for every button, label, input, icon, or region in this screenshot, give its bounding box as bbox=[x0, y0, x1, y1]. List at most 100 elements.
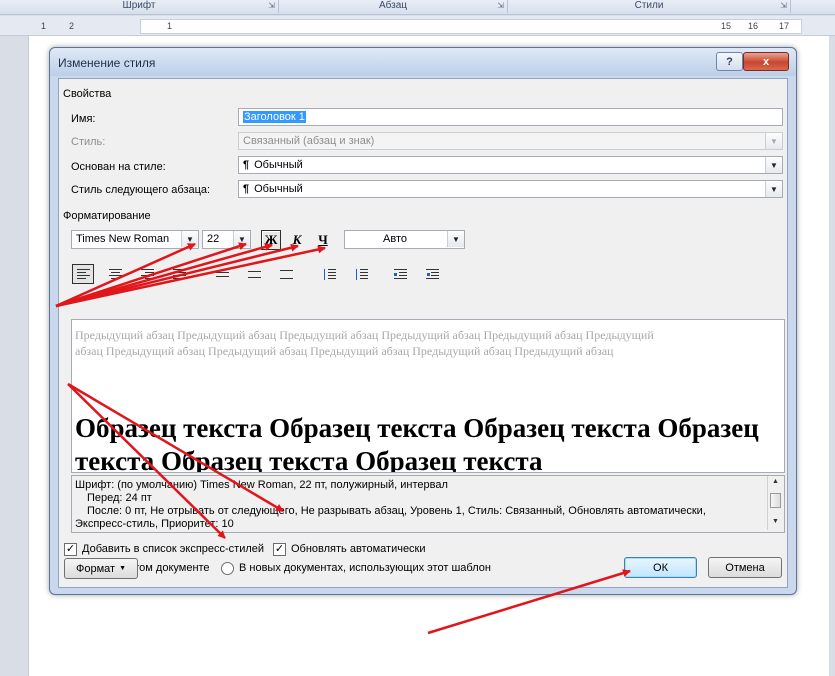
style-description: Шрифт: (по умолчанию) Times New Roman, 2… bbox=[71, 475, 785, 533]
style-type-select[interactable]: Связанный (абзац и знак) ▼ bbox=[238, 132, 783, 150]
align-left-button[interactable] bbox=[72, 264, 94, 284]
dialog-launcher-icon[interactable]: ⇲ bbox=[268, 1, 275, 10]
cancel-button[interactable]: Отмена bbox=[708, 557, 782, 578]
single-spacing-icon bbox=[215, 269, 229, 280]
ribbon-group-paragraph[interactable]: Абзац ⇲ bbox=[279, 0, 508, 13]
ruler-mark: 1 bbox=[41, 21, 47, 31]
auto-update-label: Обновлять автоматически bbox=[291, 543, 426, 555]
new-documents-radio[interactable] bbox=[221, 562, 234, 575]
formatting-section-label: Форматирование bbox=[63, 210, 151, 222]
based-on-select[interactable]: ¶ Обычный ▼ bbox=[238, 156, 783, 174]
space-before-increase-button[interactable] bbox=[318, 264, 340, 284]
align-right-button[interactable] bbox=[136, 264, 158, 284]
add-to-quick-styles-label: Добавить в список экспресс-стилей bbox=[82, 543, 265, 555]
justify-icon bbox=[172, 268, 186, 280]
italic-icon: К bbox=[292, 232, 302, 247]
font-size-value: 22 bbox=[207, 233, 220, 245]
ruler-text-area bbox=[140, 19, 802, 34]
scroll-down-icon[interactable]: ▼ bbox=[772, 518, 779, 525]
increase-indent-button[interactable] bbox=[421, 264, 443, 284]
chevron-down-icon[interactable]: ▼ bbox=[233, 231, 250, 247]
description-line: Перед: 24 пт bbox=[87, 492, 152, 504]
decrease-indent-icon bbox=[393, 268, 407, 280]
cancel-button-label: Отмена bbox=[725, 561, 765, 574]
space-before-decrease-button[interactable] bbox=[350, 264, 372, 284]
paragraph-mark-icon: ¶ bbox=[243, 183, 250, 195]
ruler-mark: 15 bbox=[721, 21, 732, 31]
chevron-down-icon[interactable]: ▼ bbox=[765, 181, 782, 197]
paragraph-mark-icon: ¶ bbox=[243, 159, 250, 171]
horizontal-ruler[interactable]: 1 2 1 15 16 17 bbox=[0, 16, 835, 36]
description-line: Шрифт: (по умолчанию) Times New Roman, 2… bbox=[75, 479, 448, 491]
ribbon-group-styles-label: Стили bbox=[634, 0, 664, 11]
chevron-down-icon[interactable]: ▼ bbox=[765, 157, 782, 173]
ok-button[interactable]: ОК bbox=[624, 557, 697, 578]
next-style-label: Стиль следующего абзаца: bbox=[71, 184, 211, 196]
checkmark-icon: ✓ bbox=[65, 543, 76, 555]
space-before-icon bbox=[323, 268, 336, 280]
dialog-launcher-icon[interactable]: ⇲ bbox=[497, 1, 504, 10]
double-spacing-icon bbox=[279, 269, 293, 280]
next-style-value: Обычный bbox=[254, 183, 303, 195]
chevron-down-icon[interactable]: ▼ bbox=[447, 231, 464, 247]
auto-update-checkbox[interactable]: ✓ bbox=[273, 543, 286, 556]
underline-button[interactable]: Ч bbox=[313, 230, 333, 250]
based-on-label: Основан на стиле: bbox=[71, 161, 166, 173]
help-icon: ? bbox=[726, 55, 733, 68]
ribbon-group-paragraph-label: Абзац bbox=[378, 0, 408, 11]
double-spacing-button[interactable] bbox=[275, 264, 297, 284]
dialog-titlebar[interactable]: Изменение стиля ? x bbox=[50, 48, 796, 76]
italic-button[interactable]: К bbox=[287, 230, 307, 250]
ribbon-group-font-label: Шрифт bbox=[122, 0, 156, 11]
font-color-select[interactable]: Авто ▼ bbox=[344, 230, 465, 249]
font-select[interactable]: Times New Roman ▼ bbox=[71, 230, 199, 249]
single-spacing-button[interactable] bbox=[211, 264, 233, 284]
close-icon: x bbox=[762, 55, 770, 68]
bold-icon: Ж bbox=[264, 232, 278, 247]
add-to-quick-styles-checkbox[interactable]: ✓ bbox=[64, 543, 77, 556]
one-half-spacing-icon bbox=[247, 269, 261, 280]
description-scrollbar[interactable]: ▲ ▼ bbox=[767, 476, 784, 530]
decrease-indent-button[interactable] bbox=[389, 264, 411, 284]
description-line: После: 0 пт, Не отрывать от следующего, … bbox=[87, 505, 706, 517]
format-button-label: Формат bbox=[75, 562, 116, 575]
ruler-mark: 2 bbox=[69, 21, 75, 31]
scroll-up-icon[interactable]: ▲ bbox=[772, 478, 779, 485]
next-style-select[interactable]: ¶ Обычный ▼ bbox=[238, 180, 783, 198]
bold-button[interactable]: Ж bbox=[261, 230, 281, 250]
ruler-mark: 17 bbox=[779, 21, 790, 31]
chevron-down-icon[interactable]: ▼ bbox=[765, 133, 782, 149]
font-value: Times New Roman bbox=[76, 233, 170, 245]
dialog-body: Свойства Имя: Заголовок 1 Стиль: Связанн… bbox=[58, 78, 788, 588]
dialog-launcher-icon[interactable]: ⇲ bbox=[780, 1, 787, 10]
name-label: Имя: bbox=[71, 113, 96, 125]
style-preview: Предыдущий абзац Предыдущий абзац Предыд… bbox=[71, 319, 785, 473]
increase-indent-icon bbox=[425, 268, 439, 280]
one-half-spacing-button[interactable] bbox=[243, 264, 265, 284]
style-name-input[interactable]: Заголовок 1 bbox=[238, 108, 783, 126]
sample-text: Образец текста Образец текста Образец те… bbox=[75, 413, 759, 473]
chevron-down-icon[interactable]: ▼ bbox=[181, 231, 198, 247]
justify-button[interactable] bbox=[168, 264, 190, 284]
new-documents-label: В новых документах, использующих этот ша… bbox=[239, 562, 491, 574]
ribbon-group-font[interactable]: Шрифт ⇲ bbox=[0, 0, 279, 13]
font-size-select[interactable]: 22 ▼ bbox=[202, 230, 251, 249]
help-button[interactable]: ? bbox=[716, 52, 743, 71]
close-button[interactable]: x bbox=[743, 52, 789, 71]
align-center-icon bbox=[108, 268, 122, 280]
font-color-value: Авто bbox=[383, 233, 407, 245]
ribbon-group-styles[interactable]: Стили ⇲ bbox=[508, 0, 791, 13]
scrollbar-thumb[interactable] bbox=[770, 493, 781, 508]
properties-section-label: Свойства bbox=[63, 88, 112, 100]
style-type-label: Стиль: bbox=[71, 136, 106, 148]
chevron-down-icon: ▼ bbox=[119, 565, 126, 572]
align-center-button[interactable] bbox=[104, 264, 126, 284]
style-type-value: Связанный (абзац и знак) bbox=[243, 135, 375, 147]
format-menu-button[interactable]: Формат ▼ bbox=[64, 558, 138, 579]
ruler-mark: 1 bbox=[167, 21, 173, 31]
align-left-icon bbox=[76, 268, 90, 280]
based-on-value: Обычный bbox=[254, 159, 303, 171]
dialog-title: Изменение стиля bbox=[58, 56, 156, 70]
description-line: Экспресс-стиль, Приоритет: 10 bbox=[75, 518, 234, 530]
style-name-value: Заголовок 1 bbox=[243, 111, 306, 123]
